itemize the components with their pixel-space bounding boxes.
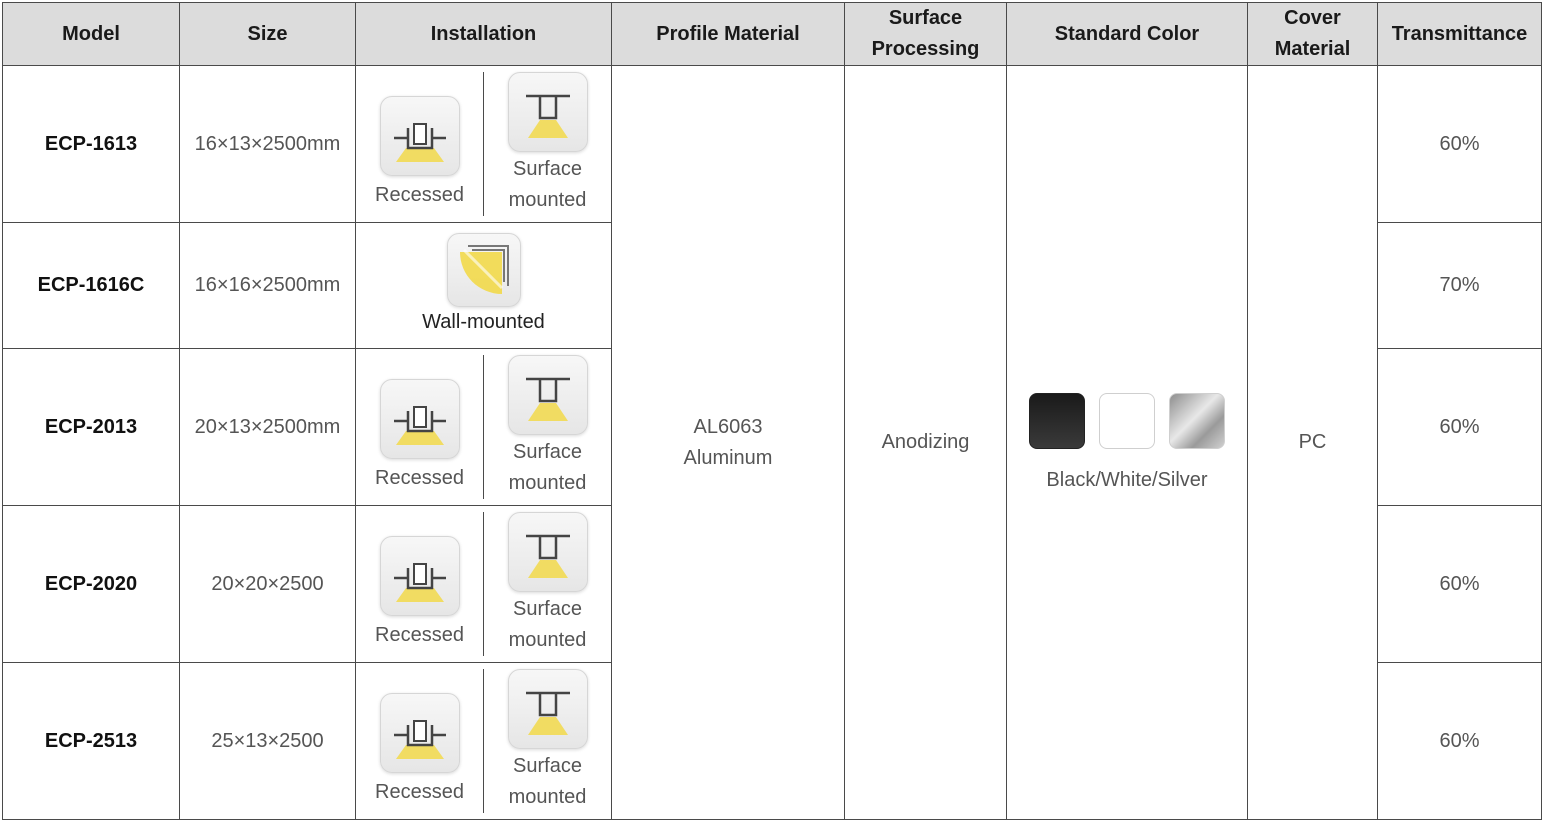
recessed-mount-icon [379, 535, 460, 616]
header-row: Model Size Installation Profile Material… [2, 2, 1542, 66]
wall-label: Wall-mounted [422, 311, 545, 333]
recessed-mount-icon [379, 378, 460, 459]
surface-mount-icon [507, 512, 588, 592]
header-cover-material: Cover Material [1247, 2, 1378, 66]
surface-label-line2: mounted [508, 472, 587, 494]
surface-label-line1: Surface [513, 441, 582, 463]
recessed-label: Recessed [375, 183, 464, 206]
installation-cell: Wall-mounted [355, 222, 612, 349]
swatch-white [1099, 393, 1155, 449]
spec-table: Model Size Installation Profile Material… [2, 2, 1542, 820]
transmittance-cell: 70% [1377, 222, 1542, 349]
recessed-label: Recessed [375, 780, 464, 803]
header-surface-processing: Surface Processing [844, 2, 1007, 66]
table-row: ECP-1613 16×13×2500mm Recessed Surface m… [2, 65, 1542, 820]
transmittance-cell: 60% [1377, 348, 1542, 506]
transmittance-cell: 60% [1377, 65, 1542, 223]
standard-color-label: Black/White/Silver [1046, 469, 1208, 491]
surface-label-line1: Surface [513, 598, 582, 620]
surface-processing-cell: Anodizing [844, 65, 1007, 820]
surface-label-line2: mounted [508, 629, 587, 651]
header-profile-material: Profile Material [611, 2, 845, 66]
transmittance-cell: 60% [1377, 662, 1542, 820]
installation-option-surface: Surface mounted [483, 669, 611, 813]
model-cell: ECP-2020 [2, 505, 180, 663]
profile-material-cell: AL6063 Aluminum [611, 65, 845, 820]
size-cell: 20×20×2500 [179, 505, 356, 663]
color-swatches [1007, 393, 1247, 449]
header-installation: Installation [355, 2, 612, 66]
installation-option-recessed: Recessed [356, 355, 483, 499]
size-cell: 16×16×2500mm [179, 222, 356, 349]
surface-label-line2: mounted [508, 786, 587, 808]
standard-color-cell: Black/White/Silver [1006, 65, 1248, 820]
surface-mount-icon [507, 355, 588, 435]
wall-corner-mount-icon [446, 233, 521, 307]
size-cell: 16×13×2500mm [179, 65, 356, 223]
profile-material-line2: Aluminum [683, 446, 773, 469]
swatch-silver [1169, 393, 1225, 449]
installation-option-wall: Wall-mounted [356, 233, 611, 338]
installation-option-recessed: Recessed [356, 512, 483, 656]
cover-material-cell: PC [1247, 65, 1378, 820]
recessed-mount-icon [379, 692, 460, 773]
surface-mount-icon [507, 669, 588, 749]
installation-cell: Recessed Surface mounted [355, 662, 612, 820]
installation-cell: Recessed Surface mounted [355, 65, 612, 223]
recessed-mount-icon [379, 95, 460, 176]
transmittance-cell: 60% [1377, 505, 1542, 663]
header-standard-color: Standard Color [1006, 2, 1248, 66]
profile-material-line1: AL6063 [693, 415, 763, 438]
header-model: Model [2, 2, 180, 66]
size-cell: 20×13×2500mm [179, 348, 356, 506]
surface-mount-icon [507, 72, 588, 152]
model-cell: ECP-2013 [2, 348, 180, 506]
installation-option-surface: Surface mounted [483, 512, 611, 656]
header-size: Size [179, 2, 356, 66]
recessed-label: Recessed [375, 466, 464, 489]
size-cell: 25×13×2500 [179, 662, 356, 820]
recessed-label: Recessed [375, 623, 464, 646]
surface-label-line1: Surface [513, 158, 582, 180]
installation-option-recessed: Recessed [356, 669, 483, 813]
model-cell: ECP-1613 [2, 65, 180, 223]
installation-cell: Recessed Surface mounted [355, 505, 612, 663]
surface-label-line1: Surface [513, 755, 582, 777]
model-cell: ECP-1616C [2, 222, 180, 349]
installation-option-recessed: Recessed [356, 72, 483, 216]
installation-option-surface: Surface mounted [483, 72, 611, 216]
installation-cell: Recessed Surface mounted [355, 348, 612, 506]
surface-label-line2: mounted [508, 189, 587, 211]
installation-option-surface: Surface mounted [483, 355, 611, 499]
model-cell: ECP-2513 [2, 662, 180, 820]
swatch-black [1029, 393, 1085, 449]
header-transmittance: Transmittance [1377, 2, 1542, 66]
